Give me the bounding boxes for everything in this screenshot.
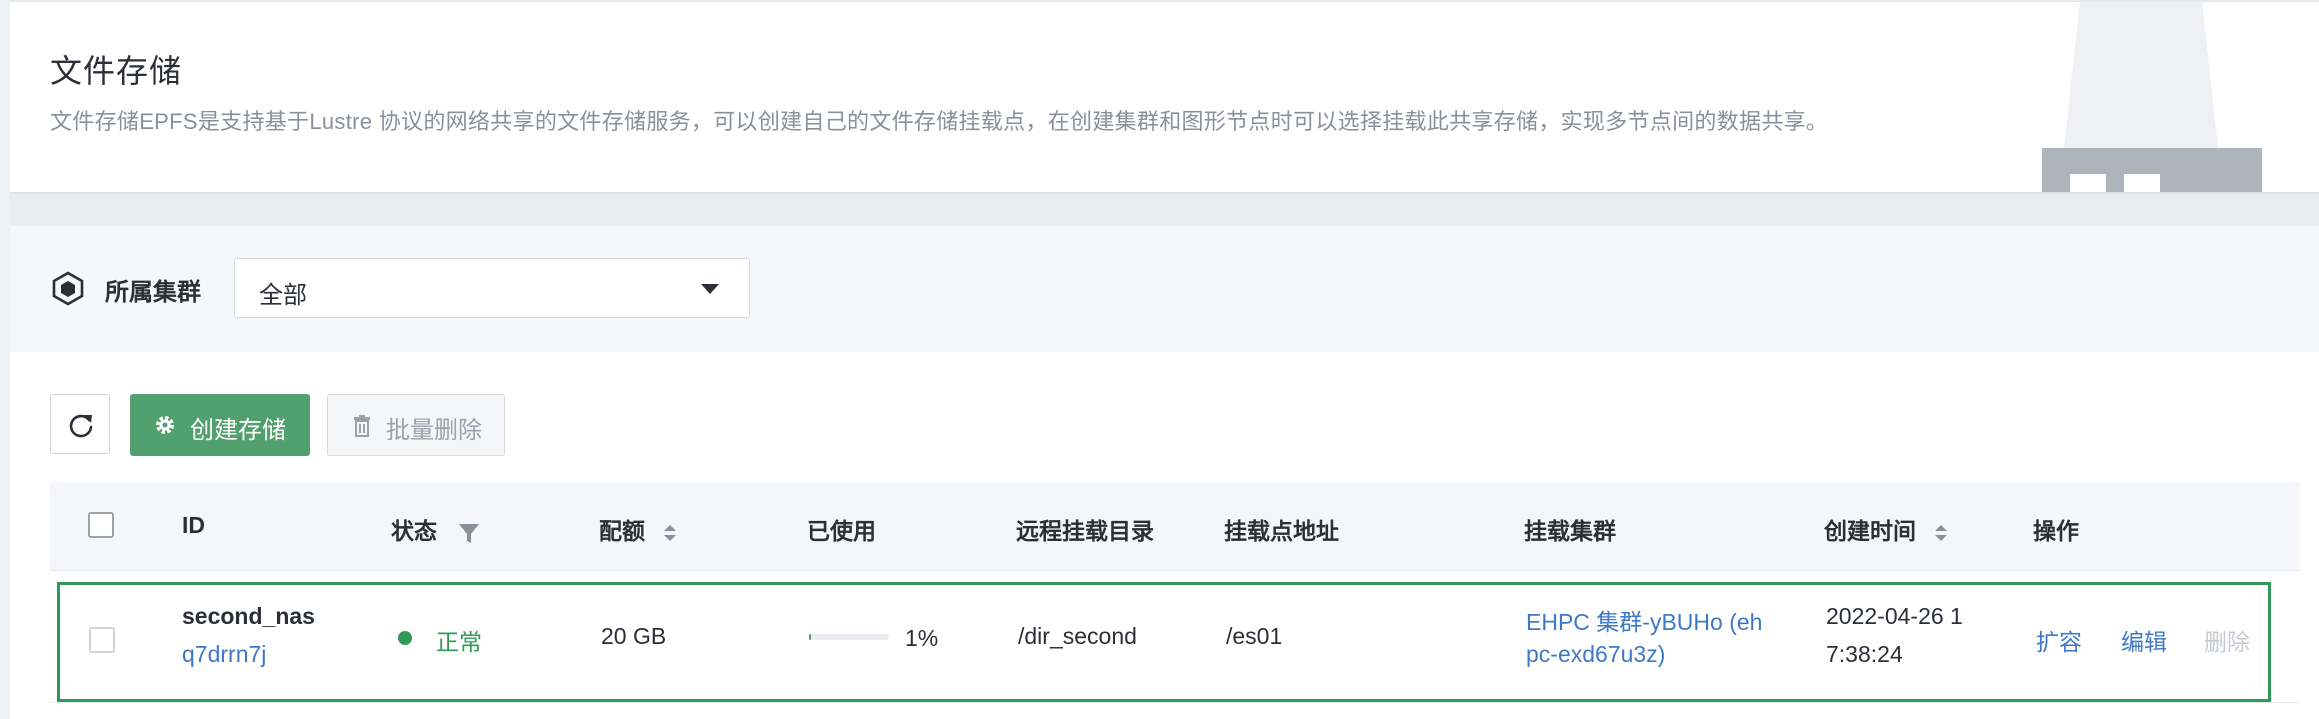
created-time: 2022-04-26 1 <box>1826 603 1963 629</box>
column-used: 已使用 <box>807 518 876 544</box>
batch-delete-label: 批量删除 <box>386 417 482 444</box>
select-all-checkbox[interactable] <box>88 512 114 538</box>
cluster-link[interactable]: EHPC 集群-yBUHo (eh <box>1526 603 1762 637</box>
column-created-time[interactable]: 创建时间 <box>1824 512 1948 546</box>
column-created-label: 创建时间 <box>1824 518 1916 544</box>
refresh-button[interactable] <box>50 394 110 454</box>
page-title: 文件存储 <box>50 53 183 89</box>
column-status-label: 状态 <box>391 518 437 544</box>
toolbar: 创建存储 批量删除 <box>10 352 2319 482</box>
refresh-icon <box>69 414 93 438</box>
cluster-link-continued[interactable]: pc-exd67u3z) <box>1526 641 1665 668</box>
gear-icon <box>156 416 174 434</box>
edit-button[interactable]: 编辑 <box>2121 623 2167 657</box>
cluster-select[interactable]: 全部 <box>234 258 750 318</box>
delete-button[interactable]: 删除 <box>2204 623 2250 657</box>
column-id: ID <box>182 512 205 538</box>
column-cluster: 挂载集群 <box>1524 518 1616 544</box>
table-row: second_nas q7drrn7j 正常 20 GB 1% /dir_sec… <box>57 582 2271 702</box>
storage-name: second_nas <box>182 603 315 629</box>
chevron-down-icon <box>701 284 719 294</box>
usage-progress-bar <box>809 634 889 640</box>
cluster-cube-icon <box>52 271 84 306</box>
column-status[interactable]: 状态 <box>391 512 481 546</box>
usage-percent: 1% <box>905 625 939 651</box>
trash-icon <box>354 415 370 437</box>
status-dot-icon <box>398 631 412 645</box>
cluster-select-value: 全部 <box>259 282 307 309</box>
create-storage-label: 创建存储 <box>190 417 286 444</box>
usage-progress-fill <box>809 634 811 640</box>
column-mount-address: 挂载点地址 <box>1224 518 1339 544</box>
quota-value: 20 GB <box>601 623 667 649</box>
page-description: 文件存储EPFS是支持基于Lustre 协议的网络共享的文件存储服务，可以创建自… <box>50 109 1829 134</box>
header-illustration <box>2042 2 2262 192</box>
remote-dir-value: /dir_second <box>1018 623 1137 649</box>
column-quota[interactable]: 配额 <box>599 512 677 546</box>
page-header: 文件存储 文件存储EPFS是支持基于Lustre 协议的网络共享的文件存储服务，… <box>10 2 2319 194</box>
batch-delete-button[interactable]: 批量删除 <box>327 394 505 456</box>
sort-icon[interactable] <box>663 523 677 543</box>
row-checkbox[interactable] <box>89 627 115 653</box>
sort-icon[interactable] <box>1934 523 1948 543</box>
table-header: ID 状态 配额 已使用 远程挂载目录 挂载点地址 挂载集群 创建时间 操作 <box>50 482 2300 571</box>
column-actions: 操作 <box>2033 518 2079 544</box>
storage-id-link[interactable]: q7drrn7j <box>182 641 266 668</box>
create-storage-button[interactable]: 创建存储 <box>130 394 310 456</box>
section-divider <box>10 194 2319 226</box>
expand-button[interactable]: 扩容 <box>2036 623 2082 657</box>
created-time-continued: 7:38:24 <box>1826 641 1903 667</box>
column-quota-label: 配额 <box>599 518 645 544</box>
filter-bar: 所属集群 全部 <box>10 226 2319 353</box>
page-left-margin <box>0 0 10 719</box>
row-divider <box>50 702 2300 703</box>
filter-icon[interactable] <box>457 521 481 545</box>
column-remote-dir: 远程挂载目录 <box>1016 518 1154 544</box>
status-text: 正常 <box>436 629 482 655</box>
cluster-filter-label: 所属集群 <box>105 279 201 306</box>
mount-address-value: /es01 <box>1226 623 1283 649</box>
